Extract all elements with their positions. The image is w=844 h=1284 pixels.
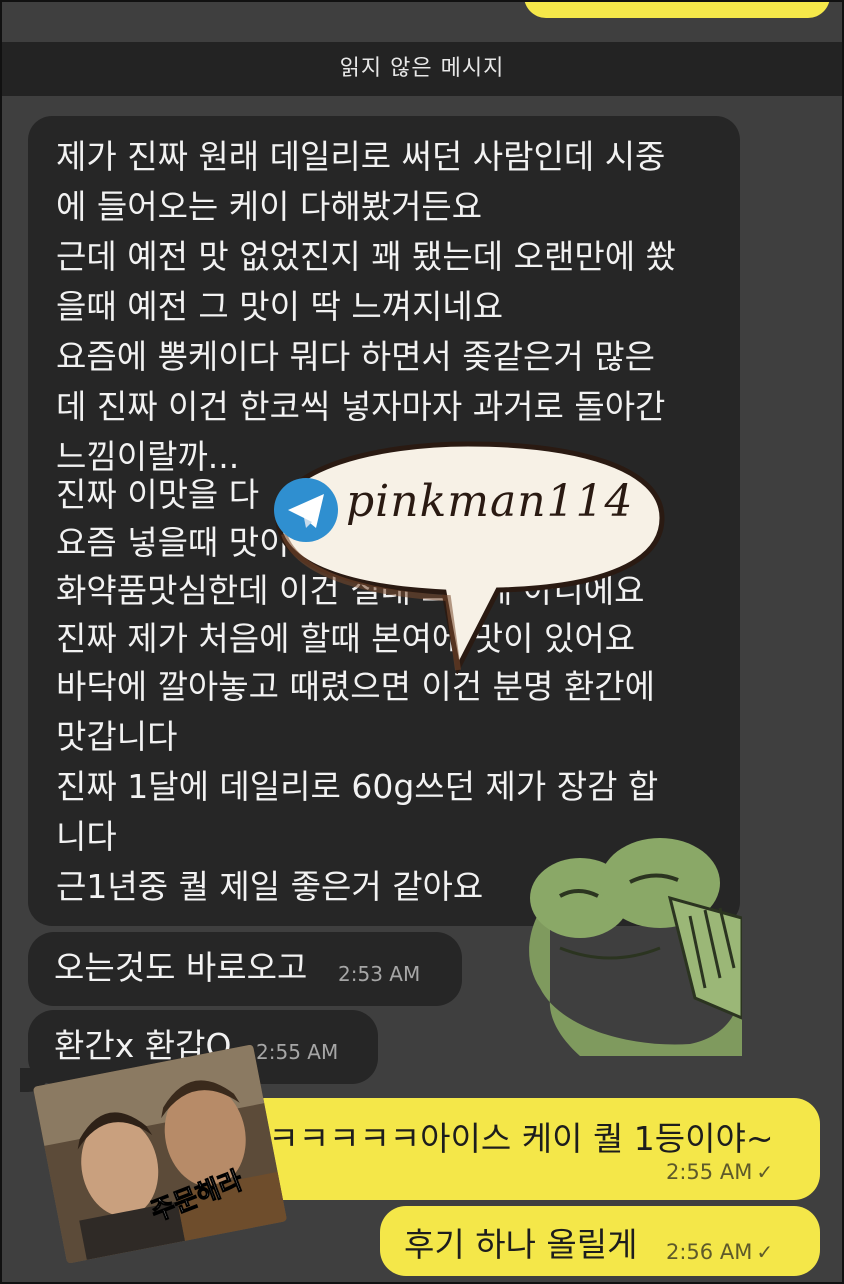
read-check-icon: ✓ xyxy=(756,1160,774,1184)
message-line: 요즘에 뽕케이다 뭐다 하면서 좆같은거 많은 xyxy=(56,337,655,376)
outgoing-message-1[interactable]: ㅋㅋㅋㅋㅋㅋ아이스 케이 퀄 1등이야~ 2:55 AM ✓ xyxy=(222,1098,820,1200)
frog-sticker-icon[interactable] xyxy=(520,838,742,1056)
message-line: 진짜 1달에 데일리로 60g쓰던 제가 장감 합 xyxy=(56,767,659,806)
message-line: 맛갑니다 xyxy=(56,717,178,756)
read-check-icon: ✓ xyxy=(756,1240,774,1264)
message-line: 을때 예전 그 맛이 딱 느껴지네요 xyxy=(56,287,504,326)
message-text: 후기 하나 올릴게 xyxy=(404,1225,638,1264)
chat-window: 읽지 않은 메시지 제가 진짜 원래 데일리로 써던 사람인데 시중에 들어오는… xyxy=(0,0,844,1284)
message-time: 2:55 AM xyxy=(256,1040,339,1064)
message-time: 2:56 AM xyxy=(666,1240,753,1264)
unread-divider: 읽지 않은 메시지 xyxy=(2,42,842,96)
message-line: 니다 xyxy=(56,817,117,856)
message-text: 오는것도 바로오고 xyxy=(54,948,308,987)
telegram-icon xyxy=(274,478,338,542)
message-line: 진짜 이맛을 다 xyxy=(56,475,260,514)
incoming-message-2[interactable]: 오는것도 바로오고 2:53 AM xyxy=(28,932,462,1006)
message-time: 2:55 AM xyxy=(666,1160,753,1184)
message-time-wrap: 2:56 AM ✓ xyxy=(666,1240,773,1264)
watermark-speech-bubble xyxy=(274,441,665,674)
message-line: 제가 진짜 원래 데일리로 써던 사람인데 시중 xyxy=(56,137,666,176)
message-time-wrap: 2:55 AM ✓ xyxy=(666,1160,773,1184)
previous-outgoing-bubble[interactable] xyxy=(524,2,830,18)
message-line: 에 들어오는 케이 다해봤거든요 xyxy=(56,187,483,226)
message-line: 근데 예전 맛 없었진지 꽤 됐는데 오랜만에 쐈 xyxy=(56,237,676,276)
message-line: 요즘 넣을때 맛이 xyxy=(56,523,290,562)
outgoing-message-2[interactable]: 후기 하나 올릴게 2:56 AM ✓ xyxy=(380,1206,820,1276)
message-line: 근1년중 퀄 제일 좋은거 같아요 xyxy=(56,867,484,906)
message-line: 데 진짜 이건 한코씩 넣자마자 과거로 돌아간 xyxy=(56,387,666,426)
watermark-text: pinkman114 xyxy=(346,476,634,527)
message-text: ㅋㅋㅋㅋㅋㅋ아이스 케이 퀄 1등이야~ xyxy=(238,1119,774,1158)
message-time: 2:53 AM xyxy=(338,962,421,986)
